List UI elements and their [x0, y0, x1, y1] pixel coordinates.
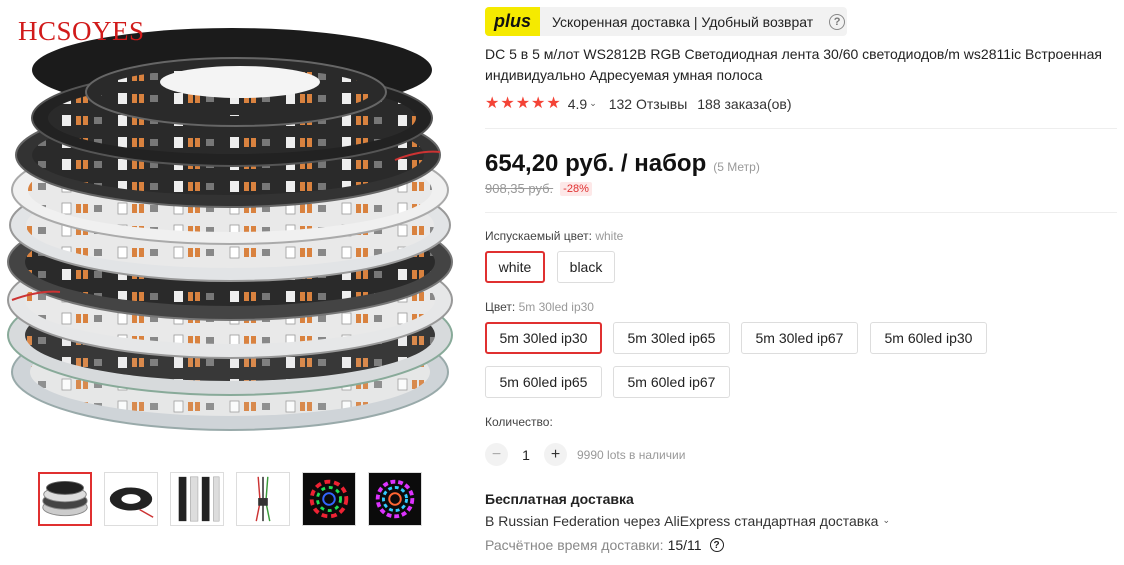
stock-available: 9990 lots в наличии — [577, 447, 686, 462]
help-icon[interactable]: ? — [829, 13, 846, 30]
color-option-black[interactable]: black — [557, 251, 615, 283]
old-price-row: 908,35 руб. -28% — [485, 181, 592, 196]
price-row: 654,20 руб. / набор (5 Метр) — [485, 150, 760, 178]
rating-value[interactable]: 4.9 — [568, 96, 587, 112]
thumbnail-6[interactable] — [368, 472, 422, 526]
star-icon: ★ — [515, 95, 531, 112]
brand-logo: HCSOYES — [18, 16, 145, 46]
star-icon: ★ — [546, 95, 561, 112]
quantity-decrease-button[interactable]: − — [485, 443, 508, 466]
chevron-down-icon[interactable]: ⌄ — [882, 515, 890, 526]
shipping-title: Бесплатная доставка — [485, 491, 634, 507]
color-option-white[interactable]: white — [485, 251, 545, 283]
thumbnail-3[interactable] — [170, 472, 224, 526]
color-option-label: Испускаемый цвет: white — [485, 229, 623, 243]
plus-benefits-text: Ускоренная доставка | Удобный возврат — [552, 13, 814, 30]
thumbnail-4[interactable] — [236, 472, 290, 526]
rating-stars: ★ ★ ★ ★ ★ — [485, 96, 561, 112]
thumbnail-5[interactable] — [302, 472, 356, 526]
quantity-value[interactable]: 1 — [508, 447, 544, 463]
orders-count: 188 заказа(ов) — [697, 96, 792, 112]
plus-badge: plus — [485, 7, 541, 36]
current-price: 654,20 руб. / набор — [485, 150, 707, 177]
divider — [485, 128, 1117, 129]
main-product-image[interactable]: HCSOYES — [0, 0, 470, 462]
color-label-text: Испускаемый цвет: — [485, 229, 592, 243]
discount-badge: -28% — [560, 181, 592, 196]
variant-option-60led-ip67[interactable]: 5m 60led ip67 — [613, 366, 730, 398]
variant-label-text: Цвет: — [485, 300, 516, 314]
shipping-method[interactable]: В Russian Federation через AliExpress ст… — [485, 513, 890, 529]
variant-option-30led-ip65[interactable]: 5m 30led ip65 — [613, 322, 730, 354]
star-icon: ★ — [500, 95, 515, 112]
star-icon: ★ — [485, 95, 500, 112]
quantity-increase-button[interactable]: + — [544, 443, 567, 466]
divider — [485, 212, 1117, 213]
color-selected-value: white — [595, 229, 624, 243]
delivery-estimate-date: 15/11 — [667, 537, 702, 553]
product-gallery: HCSOYES — [0, 0, 470, 565]
unit-note: (5 Метр) — [713, 160, 760, 174]
reviews-link[interactable]: 132 Отзывы — [609, 96, 688, 112]
delivery-estimate-label: Расчётное время доставки: — [485, 537, 664, 553]
thumbnail-strip — [38, 472, 422, 526]
variant-selected-value: 5m 30led ip30 — [518, 300, 594, 314]
delivery-estimate: Расчётное время доставки: 15/11 ? — [485, 537, 724, 553]
help-icon[interactable]: ? — [709, 538, 724, 552]
thumbnail-1[interactable] — [38, 472, 92, 526]
plus-banner[interactable]: plus Ускоренная доставка | Удобный возвр… — [485, 7, 847, 36]
quantity-label: Количество: — [485, 415, 553, 429]
thumbnail-2[interactable] — [104, 472, 158, 526]
quantity-stepper: − 1 + 9990 lots в наличии — [485, 443, 685, 466]
variant-option-30led-ip67[interactable]: 5m 30led ip67 — [741, 322, 858, 354]
chevron-down-icon[interactable]: ⌄ — [589, 98, 597, 109]
variant-option-label: Цвет: 5m 30led ip30 — [485, 300, 594, 314]
old-price: 908,35 руб. — [485, 181, 554, 196]
variant-option-30led-ip30[interactable]: 5m 30led ip30 — [485, 322, 602, 354]
star-icon: ★ — [531, 95, 546, 112]
rating-row: ★ ★ ★ ★ ★ 4.9 ⌄ 132 Отзывы 188 заказа(ов… — [485, 96, 792, 113]
shipping-method-text: В Russian Federation через AliExpress ст… — [485, 513, 879, 529]
product-title: DC 5 в 5 м/лот WS2812B RGB Светодиодная … — [485, 46, 1102, 83]
variant-option-60led-ip65[interactable]: 5m 60led ip65 — [485, 366, 602, 398]
led-reels-illustration — [7, 28, 453, 431]
product-details: plus Ускоренная доставка | Удобный возвр… — [485, 0, 1117, 565]
variant-option-60led-ip30[interactable]: 5m 60led ip30 — [870, 322, 987, 354]
